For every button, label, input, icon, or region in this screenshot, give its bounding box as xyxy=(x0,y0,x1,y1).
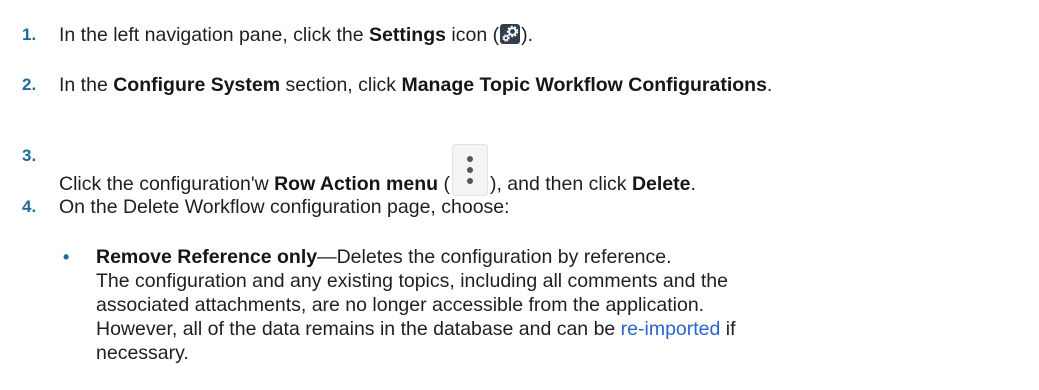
step-text-segment: ( xyxy=(438,173,450,195)
step-text: In the left navigation pane, click the S… xyxy=(59,23,533,47)
option-description: Remove Reference only—Deletes the config… xyxy=(96,245,1026,365)
documentation-page: 1. In the left navigation pane, click th… xyxy=(0,0,1039,390)
remove-reference-term: Remove Reference only xyxy=(96,246,318,268)
step-text-segment: ). xyxy=(521,24,533,46)
description-text: —Deletes the configuration by reference. xyxy=(317,246,672,268)
step-text-segment: section, click xyxy=(280,74,402,96)
manage-topic-workflow-term: Manage Topic Workflow Configurations xyxy=(401,74,767,96)
step-number: 4. xyxy=(22,197,37,216)
description-text: However, all of the data remains in the … xyxy=(96,318,621,340)
step-number: 2. xyxy=(22,75,37,94)
settings-term: Settings xyxy=(369,24,446,46)
step-text-segment: icon ( xyxy=(445,24,500,46)
row-action-menu-term: Row Action menu xyxy=(274,173,439,195)
step-text-segment: . xyxy=(690,173,696,195)
description-line: The configuration and any existing topic… xyxy=(96,270,728,292)
step-text: In the Configure System section, click M… xyxy=(59,73,772,97)
step-text-segment: Click the configuration'w xyxy=(59,173,275,195)
delete-term: Delete xyxy=(631,173,691,195)
configure-system-term: Configure System xyxy=(113,74,281,96)
bullet-icon: • xyxy=(63,247,70,267)
description-line: necessary. xyxy=(96,342,189,364)
step-text: Click the configuration'w Row Action men… xyxy=(59,144,696,196)
description-line: However, all of the data remains in the … xyxy=(96,317,1026,341)
step-number: 1. xyxy=(22,25,37,44)
step-text-segment: In the xyxy=(59,74,114,96)
settings-gear-icon xyxy=(500,24,521,44)
description-line: Remove Reference only—Deletes the config… xyxy=(96,245,1026,269)
description-line: associated attachments, are no longer ac… xyxy=(96,294,705,316)
step-text-segment: . xyxy=(766,74,773,96)
step-text-segment: In the left navigation pane, click the xyxy=(59,24,370,46)
step-text: On the Delete Workflow configuration pag… xyxy=(59,196,510,218)
kebab-menu-icon xyxy=(451,144,488,196)
step-text-segment: ), and then click xyxy=(489,173,632,195)
description-text: if xyxy=(720,318,736,340)
step-number: 3. xyxy=(22,146,37,165)
re-imported-link[interactable]: re-imported xyxy=(621,318,721,340)
